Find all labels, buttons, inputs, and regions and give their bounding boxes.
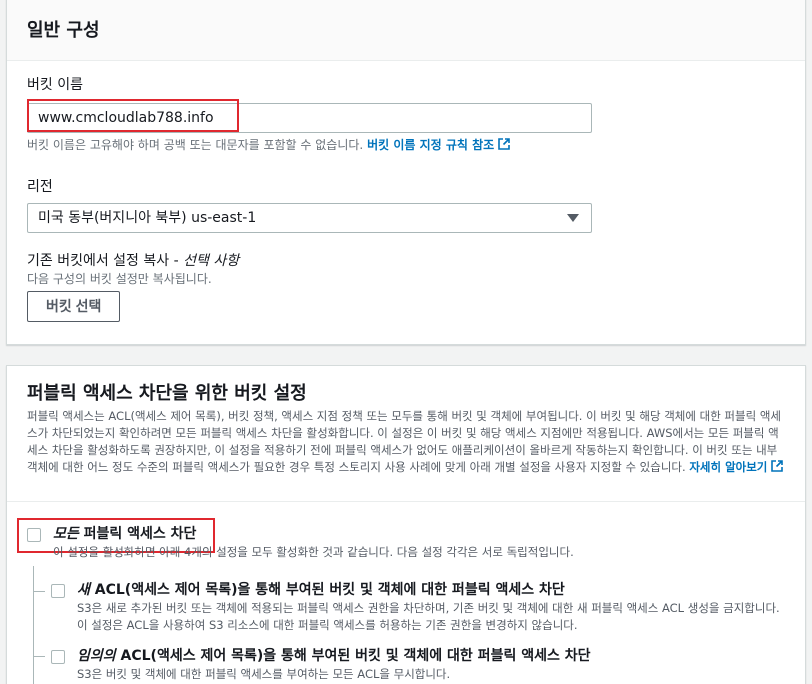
block-all-desc: 이 설정을 활성화하면 아래 4개의 설정을 모두 활성화한 것과 같습니다. … xyxy=(53,545,574,559)
block-new-acl-title: 새 ACL(액세스 제어 목록)을 통해 부여된 버킷 및 객체에 대한 퍼블릭… xyxy=(77,580,565,600)
block-all-title-em: 모든 xyxy=(53,526,79,542)
bucket-name-help: 버킷 이름은 고유해야 하며 공백 또는 대문자를 포함할 수 없습니다. 버킷… xyxy=(27,137,510,153)
choose-bucket-button[interactable]: 버킷 선택 xyxy=(27,291,121,322)
bucket-name-input[interactable]: www.cmcloudlab788.info xyxy=(27,103,592,133)
external-link-icon xyxy=(498,138,510,150)
bucket-naming-rules-link[interactable]: 버킷 이름 지정 규칙 참조 xyxy=(367,138,510,152)
region-label: 리전 xyxy=(27,179,53,195)
block-new-acl-title-em: 새 xyxy=(77,582,90,598)
general-config-panel: 일반 구성 버킷 이름 www.cmcloudlab788.info 버킷 이름… xyxy=(6,0,806,345)
block-public-access-description-text: 퍼블릭 액세스는 ACL(액세스 제어 목록), 버킷 정책, 액세스 지점 정… xyxy=(27,409,781,474)
block-new-acl-title-text: ACL(액세스 제어 목록)을 통해 부여된 버킷 및 객체에 대한 퍼블릭 액… xyxy=(89,582,565,598)
tree-branch xyxy=(33,591,45,592)
general-config-header: 일반 구성 xyxy=(7,0,805,61)
tree-line xyxy=(33,566,34,684)
region-select[interactable]: 미국 동부(버지니아 북부) us-east-1 xyxy=(27,203,592,233)
copy-settings-label-text: 기존 버킷에서 설정 복사 - xyxy=(27,253,184,269)
block-any-acl-title-em: 임의의 xyxy=(77,648,116,664)
external-link-icon xyxy=(771,460,784,472)
copy-settings-optional: 선택 사항 xyxy=(183,253,240,269)
block-new-acl-checkbox[interactable] xyxy=(51,584,65,598)
bucket-name-label: 버킷 이름 xyxy=(27,77,83,93)
block-any-acl-title-text: ACL(액세스 제어 목록)을 통해 부여된 버킷 및 객체에 대한 퍼블릭 액… xyxy=(115,648,591,664)
block-all-checkbox[interactable] xyxy=(27,528,41,542)
block-all-title-text: 퍼블릭 액세스 차단 xyxy=(78,526,197,542)
block-public-access-panel: 퍼블릭 액세스 차단을 위한 버킷 설정 퍼블릭 액세스는 ACL(액세스 제어… xyxy=(6,365,806,684)
block-public-access-title: 퍼블릭 액세스 차단을 위한 버킷 설정 xyxy=(27,383,307,404)
copy-settings-label: 기존 버킷에서 설정 복사 - 선택 사항 xyxy=(27,251,239,271)
tree-branch xyxy=(33,656,45,657)
block-any-acl-desc: S3은 버킷 및 객체에 대한 퍼블릭 액세스를 부여하는 모든 ACL을 무시… xyxy=(77,667,451,681)
bucket-name-help-text: 버킷 이름은 고유해야 하며 공백 또는 대문자를 포함할 수 없습니다. xyxy=(27,138,364,152)
section-divider xyxy=(7,501,805,502)
learn-more-link[interactable]: 자세히 알아보기 xyxy=(689,460,784,474)
block-new-acl-desc: S3은 새로 추가된 버킷 또는 객체에 적용되는 퍼블릭 액세스 권한을 차단… xyxy=(77,601,780,632)
bucket-naming-rules-link-text: 버킷 이름 지정 규칙 참조 xyxy=(367,138,495,152)
region-select-value: 미국 동부(버지니아 북부) us-east-1 xyxy=(38,210,257,226)
block-any-acl-title: 임의의 ACL(액세스 제어 목록)을 통해 부여된 버킷 및 객체에 대한 퍼… xyxy=(77,646,590,666)
learn-more-link-text: 자세히 알아보기 xyxy=(689,460,768,474)
block-all-title: 모든 퍼블릭 액세스 차단 xyxy=(53,524,196,544)
caret-down-icon xyxy=(567,214,579,222)
copy-settings-help: 다음 구성의 버킷 설정만 복사됩니다. xyxy=(27,272,212,286)
block-any-acl-checkbox[interactable] xyxy=(51,650,65,664)
block-public-access-description: 퍼블릭 액세스는 ACL(액세스 제어 목록), 버킷 정책, 액세스 지점 정… xyxy=(27,408,787,476)
general-config-title: 일반 구성 xyxy=(27,20,100,41)
